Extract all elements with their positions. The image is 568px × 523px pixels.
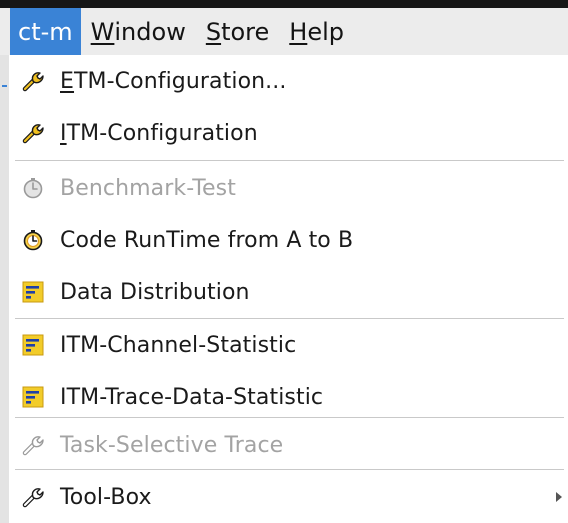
stopwatch-icon <box>22 229 44 251</box>
menu-item-label: TM-Configuration <box>66 120 258 146</box>
bar-list-icon <box>22 386 44 408</box>
menu-item-tool-box[interactable]: Tool-Box <box>9 471 568 523</box>
menu-item-label: Task-Selective Trace <box>60 432 284 458</box>
mnemonic-letter: I <box>60 120 67 146</box>
menu-item-label: ITM-Trace-Data-Statistic <box>60 384 324 410</box>
menu-item-etm-configuration[interactable]: ETM-Configuration... <box>9 55 568 107</box>
menubar-item-label: elp <box>307 17 344 46</box>
wrench-icon <box>22 486 44 508</box>
bar-list-icon <box>22 334 44 356</box>
mnemonic-letter: H <box>289 17 308 46</box>
menu-item-itm-trace-data-statistic[interactable]: ITM-Trace-Data-Statistic <box>9 371 568 423</box>
wrench-icon <box>22 70 44 92</box>
menubar-item-label: indow <box>114 17 186 46</box>
menu-item-benchmark-test: Benchmark-Test <box>9 162 568 214</box>
menu-item-label: TM-Configuration... <box>74 68 287 94</box>
menu-item-label: Benchmark-Test <box>60 175 236 201</box>
menu-separator <box>15 417 564 418</box>
menu-item-itm-configuration[interactable]: ITM-Configuration <box>9 107 568 159</box>
menu-bar: ct-m Window Store Help <box>0 8 568 55</box>
menubar-item-label: ct-m <box>18 17 73 46</box>
dropdown-menu: ETM-Configuration... ITM-Configuration B… <box>9 55 568 523</box>
mnemonic-letter: S <box>205 17 222 46</box>
menu-item-label: Data Distribution <box>60 279 250 305</box>
menu-separator <box>15 160 564 161</box>
menu-item-label: Tool-Box <box>60 484 152 510</box>
window-top-edge <box>0 0 568 8</box>
submenu-arrow-icon <box>556 492 562 502</box>
menu-item-label: ITM-Channel-Statistic <box>60 332 297 358</box>
menubar-item-label: tore <box>221 17 270 46</box>
menu-item-data-distribution[interactable]: Data Distribution <box>9 266 568 318</box>
wrench-icon <box>22 122 44 144</box>
background-marker <box>2 85 7 87</box>
menubar-item-store[interactable]: Store <box>196 8 279 55</box>
menubar-item-help[interactable]: Help <box>279 8 354 55</box>
menu-item-code-runtime[interactable]: Code RunTime from A to B <box>9 214 568 266</box>
mnemonic-letter: E <box>60 68 75 94</box>
menu-item-task-selective-trace: Task-Selective Trace <box>9 419 568 471</box>
menu-item-itm-channel-statistic[interactable]: ITM-Channel-Statistic <box>9 319 568 371</box>
menu-separator <box>15 469 564 470</box>
stopwatch-icon <box>22 177 44 199</box>
wrench-icon <box>22 434 44 456</box>
mnemonic-letter: W <box>90 17 115 46</box>
bar-list-icon <box>22 281 44 303</box>
menubar-item-window[interactable]: Window <box>81 8 196 55</box>
menubar-item-ct-m[interactable]: ct-m <box>10 8 81 55</box>
menu-item-label: Code RunTime from A to B <box>60 227 354 253</box>
